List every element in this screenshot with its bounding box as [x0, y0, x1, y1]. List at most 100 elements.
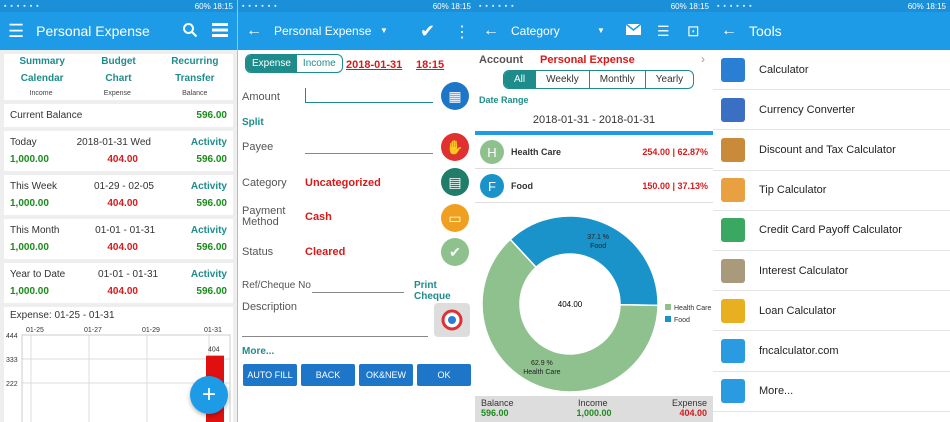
email-icon[interactable] [626, 24, 641, 35]
account-value[interactable]: Personal Expense [540, 54, 635, 66]
camera-icon[interactable] [434, 303, 470, 337]
category-value[interactable]: Uncategorized [305, 177, 381, 189]
house-icon [721, 298, 745, 323]
type-toggle: Expense Income [245, 54, 343, 73]
tool-item[interactable]: fncalculator.com [713, 331, 950, 372]
tool-item[interactable]: Loan Calculator [713, 291, 950, 332]
bank-icon [721, 258, 745, 283]
activity-link[interactable]: Activity [191, 181, 227, 192]
payee-icon[interactable]: ✋ [441, 133, 469, 161]
donut-slice[interactable] [509, 215, 659, 307]
nav-chart[interactable]: Chart [80, 73, 156, 84]
select-all-icon[interactable]: ⊡ [687, 22, 700, 40]
chevron-right-icon[interactable]: › [701, 52, 705, 66]
nav-recurring[interactable]: Recurring [157, 56, 233, 67]
web-calculator-icon [721, 338, 745, 363]
dropdown-icon[interactable]: ▼ [380, 26, 388, 35]
period-yearly[interactable]: Yearly [644, 71, 693, 88]
x-tick-label: 01-31 [204, 327, 222, 334]
ok-button[interactable]: OK [417, 364, 471, 386]
account-label: Account [479, 54, 523, 66]
category-row-food[interactable]: F Food 150.00 | 37.13% [475, 170, 713, 203]
search-icon[interactable] [182, 22, 198, 38]
check-icon[interactable]: ✔ [420, 21, 435, 42]
cleared-check-icon[interactable]: ✔ [441, 238, 469, 266]
auto-fill-button[interactable]: AUTO FILL [243, 364, 297, 386]
back-arrow-icon[interactable]: ← [721, 22, 737, 40]
print-cheque-link[interactable]: Print Cheque [414, 280, 475, 302]
y-tick-label: 333 [6, 357, 18, 364]
tool-item[interactable]: Discount and Tax Calculator [713, 130, 950, 171]
time-picker[interactable]: 18:15 [416, 59, 444, 71]
description-input[interactable] [242, 336, 428, 337]
period-weekly[interactable]: Weekly [535, 71, 589, 88]
tip-icon [721, 178, 745, 203]
nav-summary[interactable]: Summary [4, 56, 80, 67]
category-list-icon[interactable]: ▤ [441, 168, 469, 196]
payment-method-value[interactable]: Cash [305, 211, 332, 223]
period-monthly[interactable]: Monthly [588, 71, 645, 88]
status-bar: ▪ ▪ ▪ ▪ ▪ ▪ 60% 18:15 [238, 0, 475, 12]
add-transaction-button[interactable]: + [190, 376, 228, 414]
dropdown-icon[interactable]: ▼ [597, 26, 605, 35]
menu-icon[interactable]: ☰ [8, 21, 24, 42]
current-balance-card[interactable]: Current Balance 596.00 [4, 104, 233, 127]
period-card[interactable]: Year to Date 01-01 - 01-31 Activity 1,000.… [4, 263, 233, 303]
slice-label: Food [590, 243, 606, 250]
slice-label: 62.9 % [531, 360, 553, 367]
tool-item[interactable]: More... [713, 372, 950, 412]
nav-budget[interactable]: Budget [80, 56, 156, 67]
activity-link[interactable]: Activity [191, 225, 227, 236]
tools-panel: ▪ ▪ ▪ ▪ ▪ ▪ 60% 18:15 ← Tools Calculator C… [713, 0, 950, 422]
split-link[interactable]: Split [242, 117, 264, 128]
tool-item[interactable]: Currency Converter [713, 90, 950, 131]
period-card[interactable]: This Month 01-01 - 01-31 Activity 1,000.00… [4, 219, 233, 259]
back-button[interactable]: BACK [301, 364, 355, 386]
credit-card-icon[interactable]: ▭ [441, 204, 469, 232]
period-card[interactable]: Today 2018-01-31 Wed Activity 1,000.00 404.… [4, 131, 233, 171]
more-link[interactable]: More... [242, 346, 274, 357]
x-tick-label: 01-29 [142, 327, 160, 334]
app-bar: ← Personal Expense ▼ ✔ ⋮ [238, 12, 475, 50]
category-row-health-care[interactable]: H Health Care 254.00 | 62.87% [475, 136, 713, 169]
activity-link[interactable]: Activity [191, 269, 227, 280]
status-bar: ▪ ▪ ▪ ▪ ▪ ▪ 60% 18:15 [0, 0, 237, 12]
payee-input[interactable] [305, 153, 433, 154]
y-tick-label: 444 [6, 333, 18, 340]
ref-input[interactable] [312, 292, 404, 293]
status-value[interactable]: Cleared [305, 246, 345, 258]
chart-title: Expense: 01-25 - 01-31 [10, 310, 115, 321]
payment-method-label: Payment Method [242, 205, 286, 228]
x-tick-label: 01-27 [84, 327, 102, 334]
back-arrow-icon[interactable]: ← [483, 22, 499, 40]
donut-chart[interactable]: 37.1 % Food 62.9 % Health Care 404.00 [475, 206, 713, 396]
period-all[interactable]: All [504, 71, 536, 88]
tool-item[interactable]: Credit Card Payoff Calculator [713, 211, 950, 251]
date-range[interactable]: 2018-01-31 - 2018-01-31 [475, 114, 713, 126]
expense-home-panel: ▪ ▪ ▪ ▪ ▪ ▪ 60% 18:15 ☰ Personal Expense … [0, 0, 237, 422]
expense-tab[interactable]: Expense [246, 55, 297, 72]
tool-item[interactable]: Tip Calculator [713, 171, 950, 211]
overflow-menu-icon[interactable]: ⋮ [454, 22, 470, 42]
page-title: Personal Expense [36, 23, 150, 39]
amount-input[interactable] [305, 86, 433, 103]
tool-item[interactable]: Interest Calculator [713, 251, 950, 292]
list-view-icon[interactable] [212, 23, 228, 37]
date-picker[interactable]: 2018-01-31 [346, 59, 402, 71]
app-bar: ← Category ▼ ☰ ⊡ [475, 12, 713, 50]
ok-new-button[interactable]: OK&NEW [359, 364, 413, 386]
nav-transfer[interactable]: Transfer [157, 73, 233, 84]
list-icon[interactable]: ☰ [657, 23, 670, 40]
ref-label: Ref/Cheque No [242, 280, 311, 291]
period-toggle: All Weekly Monthly Yearly [503, 70, 695, 89]
tool-item[interactable]: Calculator [713, 50, 950, 91]
nav-calendar[interactable]: Calendar [4, 73, 80, 84]
more-calculator-icon [721, 379, 745, 404]
period-card[interactable]: This Week 01-29 - 02-05 Activity 1,000.00 4… [4, 175, 233, 215]
back-arrow-icon[interactable]: ← [246, 22, 262, 40]
page-title: Personal Expense [274, 24, 372, 38]
activity-link[interactable]: Activity [191, 137, 227, 148]
nav-grid: Summary Budget Recurring Calendar Chart … [4, 54, 233, 88]
income-tab[interactable]: Income [297, 55, 342, 72]
calculator-icon[interactable]: ▦ [441, 82, 469, 110]
